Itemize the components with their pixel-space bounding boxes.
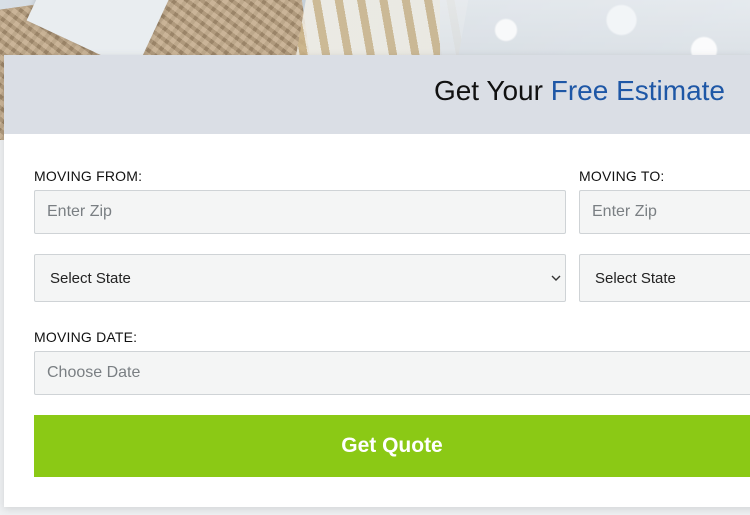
- moving-to-state-select[interactable]: Select State: [579, 254, 750, 302]
- moving-from-zip-placeholder: Enter Zip: [47, 203, 112, 220]
- moving-from-state-value: Select State: [50, 269, 131, 287]
- form-title: Get Your Free Estimate: [434, 75, 725, 107]
- form-title-prefix: Get Your: [433, 75, 551, 106]
- moving-from-state-select[interactable]: Select State: [34, 254, 566, 302]
- form-title-accent: Free Estimate: [550, 75, 725, 106]
- get-quote-button[interactable]: Get Quote: [34, 415, 750, 477]
- chevron-down-icon: [549, 271, 563, 285]
- form-header: Get Your Free Estimate: [4, 55, 750, 134]
- estimate-form-card: Get Your Free Estimate MOVING FROM: Ente…: [4, 55, 750, 507]
- moving-to-state-value: Select State: [595, 269, 676, 287]
- moving-from-zip-input[interactable]: Enter Zip: [34, 190, 566, 234]
- moving-from-label: MOVING FROM:: [34, 168, 143, 184]
- get-quote-label: Get Quote: [341, 434, 443, 457]
- moving-date-label: MOVING DATE:: [34, 329, 138, 345]
- moving-date-input[interactable]: Choose Date: [34, 351, 750, 395]
- moving-date-placeholder: Choose Date: [47, 364, 141, 381]
- moving-to-label: MOVING TO:: [579, 168, 665, 184]
- moving-to-zip-placeholder: Enter Zip: [592, 203, 657, 220]
- moving-to-zip-input[interactable]: Enter Zip: [579, 190, 750, 234]
